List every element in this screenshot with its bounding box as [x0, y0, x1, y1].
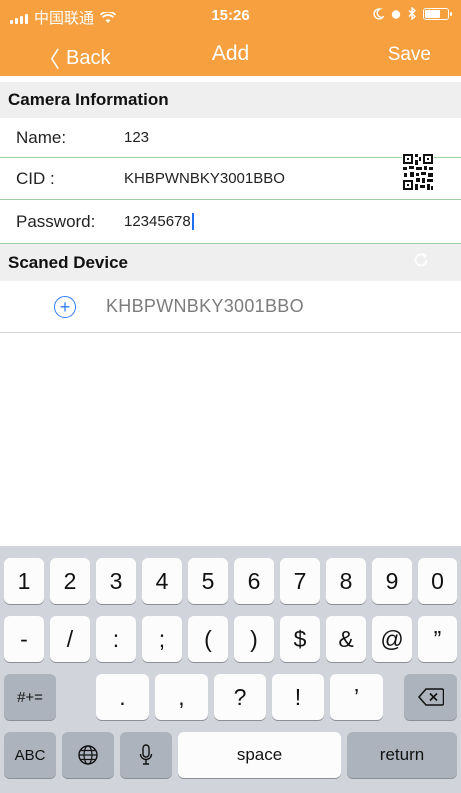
keyboard: 1 2 3 4 5 6 7 8 9 0 - / : ; ( ) $ & @ ” … — [0, 546, 461, 793]
dictation-button[interactable] — [120, 732, 172, 778]
name-field[interactable]: 123 — [124, 129, 149, 146]
nav-bar: 〈 Back Add Save — [0, 34, 461, 76]
text-cursor — [191, 213, 194, 231]
name-label: Name: — [16, 127, 67, 147]
section-header-scanned-device: Scaned Device — [0, 244, 461, 281]
key-8[interactable]: 8 — [326, 558, 366, 604]
key-1[interactable]: 1 — [4, 558, 44, 604]
key-at[interactable]: @ — [372, 616, 412, 662]
scanned-device-name: KHBPWNBKY3001BBO — [106, 296, 304, 316]
key-period[interactable]: . — [96, 674, 149, 720]
key-close-paren[interactable]: ) — [234, 616, 274, 662]
key-dollar[interactable]: $ — [280, 616, 320, 662]
status-bar: 中国联通 15:26 — [0, 0, 461, 32]
key-quote[interactable]: ” — [418, 616, 457, 662]
space-key[interactable]: space — [178, 732, 341, 778]
key-3[interactable]: 3 — [96, 558, 136, 604]
alarm-icon — [391, 9, 401, 19]
key-6[interactable]: 6 — [234, 558, 274, 604]
key-2[interactable]: 2 — [50, 558, 90, 604]
header: 中国联通 15:26 〈 Back Add Save — [0, 0, 461, 76]
key-question[interactable]: ? — [214, 674, 266, 720]
globe-button[interactable] — [62, 732, 114, 778]
key-exclamation[interactable]: ! — [272, 674, 324, 720]
battery-icon — [423, 7, 452, 20]
key-apostrophe[interactable]: ’ — [330, 674, 383, 720]
globe-icon — [78, 745, 98, 765]
password-field[interactable]: 12345678 — [124, 213, 194, 231]
key-colon[interactable]: : — [96, 616, 136, 662]
bluetooth-icon — [408, 7, 417, 20]
cid-label: CID : — [16, 168, 55, 188]
key-ampersand[interactable]: & — [326, 616, 366, 662]
return-key[interactable]: return — [347, 732, 457, 778]
microphone-icon — [139, 744, 153, 765]
key-4[interactable]: 4 — [142, 558, 182, 604]
key-more-symbols[interactable]: #+= — [4, 674, 56, 720]
name-row[interactable]: Name: 123 — [0, 118, 461, 158]
password-value: 12345678 — [124, 212, 191, 230]
backspace-icon — [417, 688, 444, 706]
key-slash[interactable]: / — [50, 616, 90, 662]
key-7[interactable]: 7 — [280, 558, 320, 604]
key-9[interactable]: 9 — [372, 558, 412, 604]
key-semicolon[interactable]: ; — [142, 616, 182, 662]
save-button[interactable]: Save — [388, 44, 431, 66]
key-hyphen[interactable]: - — [4, 616, 44, 662]
section-header-camera-info: Camera Information — [0, 82, 461, 118]
key-open-paren[interactable]: ( — [188, 616, 228, 662]
password-label: Password: — [16, 211, 96, 231]
plus-circle-icon[interactable]: + — [54, 295, 76, 318]
key-comma[interactable]: , — [155, 674, 208, 720]
key-abc[interactable]: ABC — [4, 732, 56, 778]
refresh-icon[interactable] — [412, 251, 430, 269]
key-0[interactable]: 0 — [418, 558, 457, 604]
delete-button[interactable] — [404, 674, 457, 720]
password-row[interactable]: Password: 12345678 — [0, 200, 461, 244]
cid-row[interactable]: CID : KHBPWNBKY3001BBO — [0, 158, 461, 200]
qr-code-icon[interactable] — [402, 153, 434, 191]
cid-field[interactable]: KHBPWNBKY3001BBO — [124, 170, 285, 187]
key-5[interactable]: 5 — [188, 558, 228, 604]
scanned-device-item[interactable]: + KHBPWNBKY3001BBO — [0, 281, 461, 333]
moon-icon — [373, 7, 384, 20]
